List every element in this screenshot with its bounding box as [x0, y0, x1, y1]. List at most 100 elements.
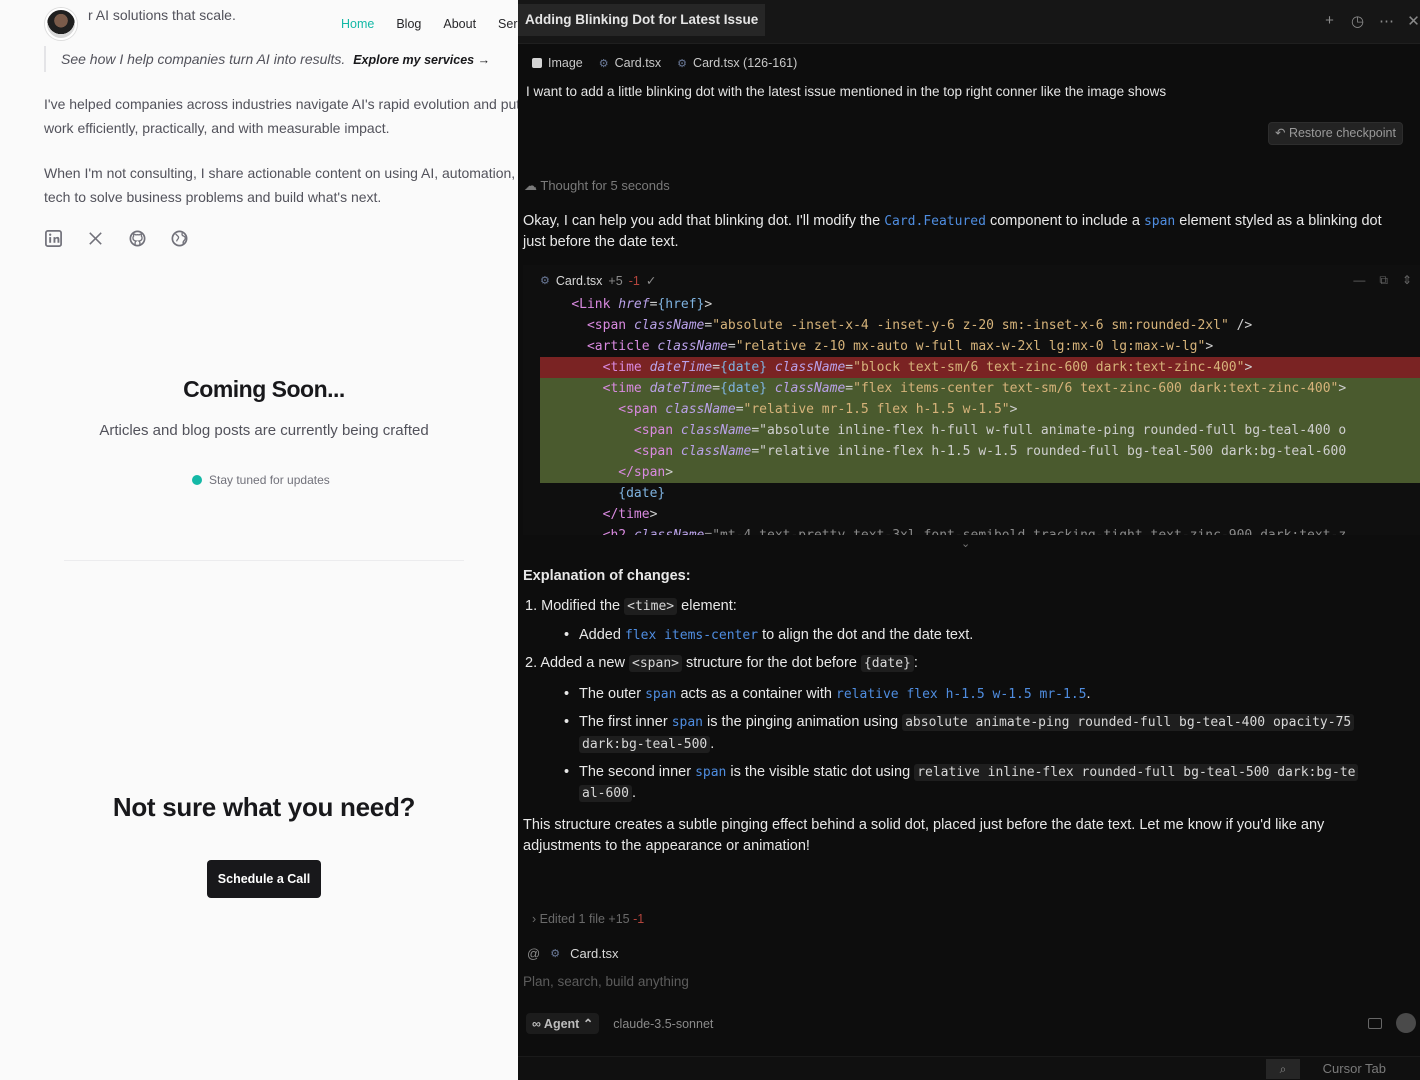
collapse-icon[interactable]: — — [1353, 273, 1365, 288]
mode-label: Agent — [543, 1017, 580, 1031]
list-text: to align the dot and the date text. — [762, 627, 974, 643]
diff-line-removed: <time dateTime={date} className="block t… — [540, 357, 1420, 378]
image-attach-icon[interactable] — [1368, 1017, 1382, 1029]
mode-selector[interactable]: ∞ Agent ⌃ — [526, 1013, 600, 1034]
quote-text: See how I help companies turn AI into re… — [61, 51, 346, 67]
diff-line-added: <span className="absolute inline-flex h-… — [540, 420, 1420, 441]
copy-icon[interactable]: ⧉ — [1379, 273, 1388, 288]
stay-tuned: Stay tuned for updates — [192, 473, 330, 487]
nav-home[interactable]: Home — [330, 10, 385, 38]
list-item: The first inner span is the pinging anim… — [564, 712, 1355, 733]
code-diff-block: ⚙ Card.tsx +5 -1 ✓ — ⧉ ⇕ <Link href={hre… — [523, 265, 1420, 535]
list-text: acts as a container with — [680, 686, 832, 702]
chip-label: Image — [548, 56, 583, 70]
composer-chip-file[interactable]: Card.tsx — [570, 946, 618, 961]
content-paragraph: When I'm not consulting, I share actiona… — [44, 165, 518, 205]
nav-about[interactable]: About — [432, 10, 487, 38]
inline-code: relative inline-flex rounded-full bg-tea… — [914, 764, 1359, 781]
check-icon: ✓ — [645, 274, 657, 288]
inline-code: <time> — [624, 598, 678, 615]
context-chip-file[interactable]: ⚙ Card.tsx — [599, 56, 661, 70]
composer-toolbar: ∞ Agent ⌃ claude-3.5-sonnet — [526, 1013, 713, 1034]
coming-soon-subtitle: Articles and blog posts are currently be… — [99, 422, 429, 439]
search-icon[interactable]: ⌕ — [1266, 1059, 1300, 1079]
status-bar: ⌕ Cursor Tab — [518, 1056, 1420, 1080]
list-text: 1. Modified the — [525, 598, 621, 614]
list-item-continued: dark:bg-teal-500. — [579, 734, 714, 755]
avatar[interactable] — [45, 8, 77, 40]
chip-label: Card.tsx — [614, 56, 662, 70]
expand-icon[interactable]: ⇕ — [1402, 273, 1412, 288]
user-message: I want to add a little blinking dot with… — [526, 84, 1167, 99]
coming-soon-title: Coming Soon... — [183, 376, 345, 402]
cursor-tab-status[interactable]: Cursor Tab — [1323, 1061, 1386, 1076]
schedule-call-button[interactable]: Schedule a Call — [207, 860, 321, 898]
x-icon[interactable] — [86, 229, 105, 248]
nav-services[interactable]: Ser — [487, 10, 518, 38]
context-chip-range[interactable]: ⚙ Card.tsx (126-161) — [677, 56, 797, 70]
inline-code: span — [695, 765, 727, 780]
inline-code: span — [671, 715, 703, 730]
reply-text: Okay, I can help you add that blinking d… — [523, 213, 881, 229]
restore-checkpoint-button[interactable]: ↶ Restore checkpoint — [1268, 122, 1403, 145]
context-chip-image[interactable]: Image — [532, 56, 583, 70]
diff-line-added: <time dateTime={date} className="flex it… — [540, 378, 1420, 399]
explore-services-link[interactable]: Explore my services → — [353, 53, 490, 67]
reply-text: element styled as a — [1179, 213, 1305, 229]
closing-text: adjustments to the appearance or animati… — [523, 838, 810, 854]
send-icon[interactable] — [1396, 1013, 1416, 1033]
composer-input[interactable]: Plan, search, build anything — [523, 974, 689, 989]
diff-line-added: </span> — [540, 462, 1420, 483]
globe-icon[interactable] — [170, 229, 189, 248]
model-selector[interactable]: claude-3.5-sonnet — [613, 1017, 713, 1031]
site-nav: Home Blog About Ser — [330, 10, 518, 38]
inline-code: <span> — [629, 655, 682, 672]
list-text: The first inner — [579, 714, 668, 730]
list-item: 1. Modified the <time> element: — [525, 596, 737, 617]
assistant-reply: Okay, I can help you add that blinking d… — [523, 211, 1403, 253]
chat-title[interactable]: Adding Blinking Dot for Latest Issue — [518, 4, 766, 36]
section-divider — [64, 560, 464, 561]
diff-line-added: <span className="relative inline-flex h-… — [540, 441, 1420, 462]
code-line: {date} — [618, 486, 666, 501]
diff-removed-count: -1 — [628, 273, 640, 288]
list-item: The outer span acts as a container with … — [564, 684, 1091, 705]
chevron-down-icon[interactable]: ⌄ — [961, 537, 970, 550]
image-icon — [532, 58, 542, 68]
list-text: The second inner — [579, 764, 692, 780]
list-text: . — [631, 785, 636, 801]
code-actions: — ⧉ ⇕ — [1353, 273, 1412, 288]
list-text: . — [1086, 686, 1091, 702]
closing-text: This structure creates a subtle pinging … — [523, 817, 1325, 833]
context-chips: Image ⚙ Card.tsx ⚙ Card.tsx (126-161) — [532, 56, 797, 70]
react-file-icon: ⚙ — [677, 57, 688, 70]
react-file-icon: ⚙ — [598, 57, 609, 70]
inline-code: absolute animate-ping rounded-full bg-te… — [902, 714, 1355, 731]
list-text: structure for the dot before — [686, 655, 857, 671]
more-icon[interactable]: ⋯ — [1379, 12, 1394, 30]
code-line: <Link href={href}> — [571, 297, 713, 312]
inline-code: {date} — [860, 655, 914, 672]
at-mention-icon[interactable]: @ — [527, 946, 540, 961]
nav-blog[interactable]: Blog — [385, 10, 432, 38]
list-text: 2. Added a new — [525, 655, 625, 671]
thought-indicator[interactable]: ☁ Thought for 5 seconds — [524, 178, 670, 194]
diff-line-added: <span className="relative mr-1.5 flex h-… — [540, 399, 1420, 420]
inline-code: al-600 — [579, 785, 632, 802]
close-icon[interactable]: ✕ — [1407, 12, 1420, 30]
chat-toolbar: + ◷ ⋯ ✕ — [1323, 12, 1420, 30]
plus-icon[interactable]: + — [1323, 12, 1336, 30]
inline-code: span — [1143, 214, 1176, 229]
github-icon[interactable] — [128, 229, 147, 248]
linkedin-icon[interactable] — [44, 229, 63, 248]
intro-paragraph: I've helped companies across industries … — [44, 96, 518, 136]
chat-titlebar: Adding Blinking Dot for Latest Issue + ◷… — [518, 0, 1420, 44]
thought-label: Thought for 5 seconds — [540, 178, 670, 193]
history-icon[interactable]: ◷ — [1351, 12, 1364, 30]
code-diff-header[interactable]: ⚙ Card.tsx +5 -1 ✓ — [540, 273, 657, 289]
edited-files-summary[interactable]: › Edited 1 file +15 -1 — [532, 912, 644, 926]
cta-heading: Not sure what you need? — [112, 792, 416, 822]
edited-removed: -1 — [633, 912, 645, 926]
list-text: . — [710, 736, 715, 752]
list-item: 2. Added a new <span> structure for the … — [525, 653, 918, 674]
